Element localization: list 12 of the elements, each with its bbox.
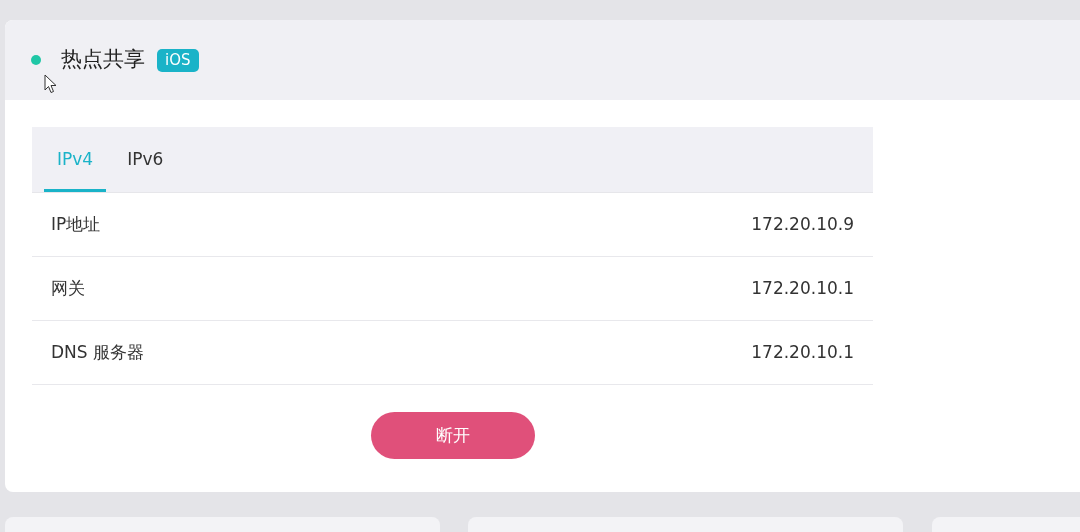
row-value: 172.20.10.1 [751, 340, 854, 364]
panel-title: 热点共享 [61, 46, 145, 74]
os-badge: iOS [157, 48, 199, 72]
row-label: 网关 [51, 276, 85, 300]
disconnect-button[interactable]: 断开 [370, 412, 535, 459]
row-value: 172.20.10.1 [751, 276, 854, 300]
tab[interactable]: IPv4 [44, 127, 107, 192]
row-value: 172.20.10.9 [751, 212, 854, 236]
row-label: IP地址 [51, 212, 101, 236]
tab[interactable]: IPv6 [114, 127, 177, 192]
cursor-icon [44, 74, 57, 94]
row-label: DNS 服务器 [51, 340, 144, 364]
